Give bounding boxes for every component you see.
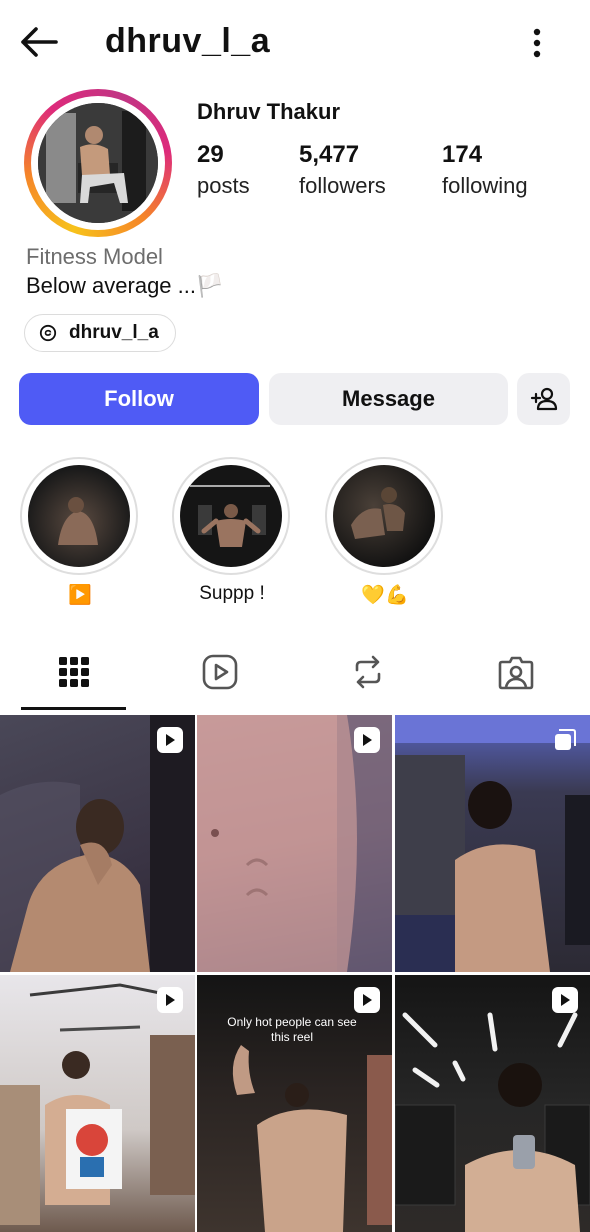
stat-label: posts [197,173,250,198]
tagged-icon [498,656,534,690]
threads-handle: dhruv_l_a [69,322,159,343]
more-options-button[interactable] [522,26,552,60]
highlight-label: Suppp ! [199,583,265,604]
suggested-people-button[interactable] [517,373,570,425]
grid-post-1[interactable] [0,715,195,972]
threads-icon [39,324,57,342]
grid-post-3[interactable] [395,715,590,972]
reposts-icon [355,655,381,689]
grid-post-6[interactable] [395,975,590,1232]
arrow-left-icon [21,27,58,57]
grid-post-2[interactable] [197,715,392,972]
grid-post-5[interactable]: Only hot people can see this reel [197,975,392,1232]
reel-badge-icon [552,987,578,1013]
message-button[interactable]: Message [269,373,508,425]
reel-badge-icon [157,987,183,1013]
stat-value: 5,477 [299,141,360,168]
profile-avatar[interactable] [38,103,158,223]
profile-bio: Below average ...🏳️ [26,273,224,298]
tab-reposts[interactable] [338,646,398,698]
tab-posts[interactable] [44,646,104,698]
more-vertical-icon [533,28,541,58]
highlight-1[interactable] [20,457,138,575]
stat-followers[interactable]: 5,477 followers [299,141,386,199]
header-username: dhruv_l_a [105,22,271,60]
grid-post-4[interactable] [0,975,195,1232]
profile-full-name: Dhruv Thakur [197,99,341,124]
stat-label: following [442,173,528,198]
profile-category: Fitness Model [26,244,163,269]
highlight-label: ▶️ [68,585,92,606]
threads-badge[interactable]: dhruv_l_a [24,314,176,352]
stat-value: 29 [197,141,224,168]
follow-button[interactable]: Follow [19,373,259,425]
reels-icon [202,654,238,690]
stat-posts[interactable]: 29 posts [197,141,250,199]
highlight-label: 💛💪 [361,585,409,606]
stat-label: followers [299,173,386,198]
back-button[interactable] [18,24,60,60]
add-person-icon [530,387,557,411]
tab-tagged[interactable] [486,646,546,698]
reel-badge-icon [354,987,380,1013]
grid-icon [59,657,89,687]
highlight-3[interactable] [325,457,443,575]
tab-reels[interactable] [190,646,250,698]
stat-following[interactable]: 174 following [442,141,528,199]
reel-badge-icon [157,727,183,753]
highlight-2[interactable] [172,457,290,575]
stat-value: 174 [442,141,483,168]
carousel-badge-icon [554,729,576,751]
active-tab-indicator [21,707,126,710]
reel-badge-icon [354,727,380,753]
